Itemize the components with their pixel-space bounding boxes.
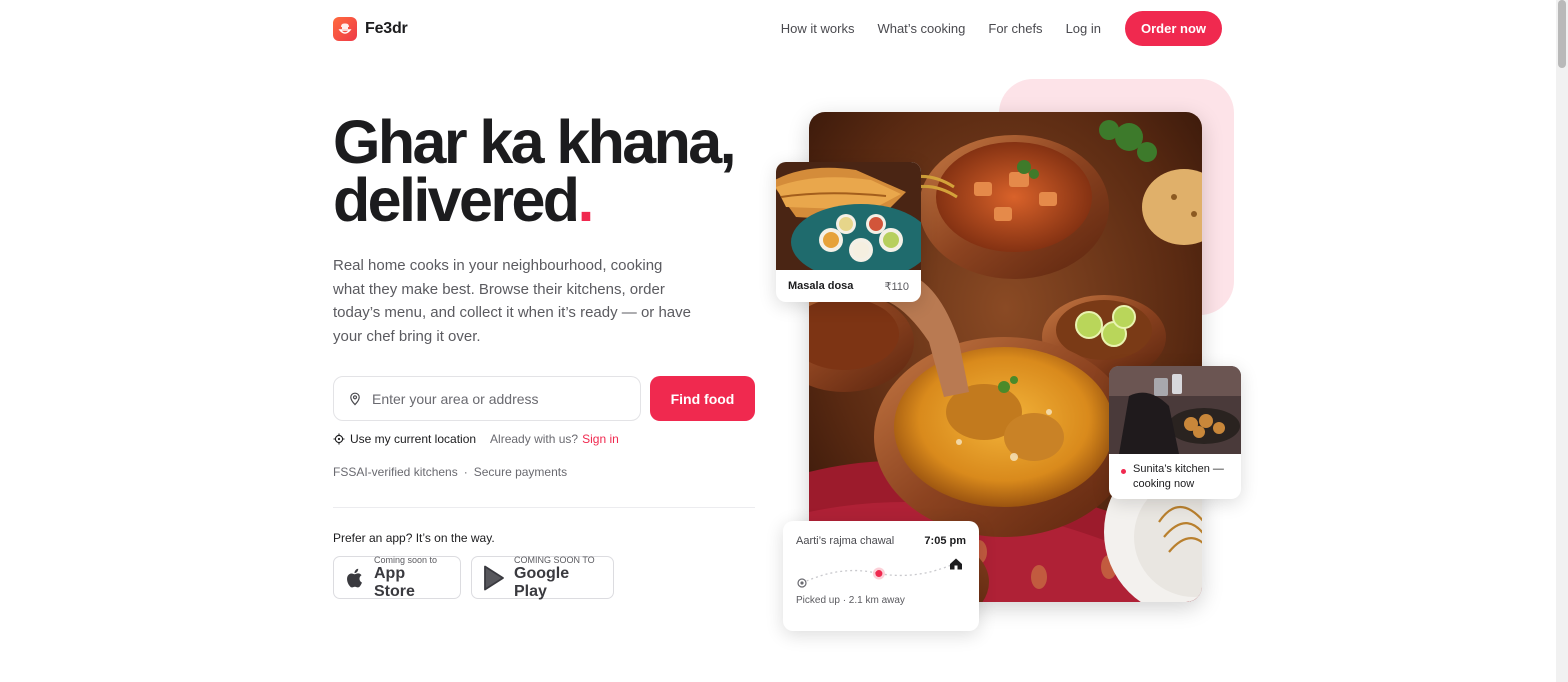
brand-name: Fe3dr (365, 20, 408, 37)
use-location-link[interactable]: Use my current location (333, 432, 476, 446)
order-tracking-card[interactable]: Aarti’s rajma chawal 7:05 pm Picked up ·… (783, 521, 979, 631)
divider (333, 507, 755, 508)
home-icon (950, 558, 962, 570)
login-link[interactable]: Log in (1066, 21, 1101, 36)
tracking-order-name: Aarti’s rajma chawal (796, 535, 895, 547)
sign-in-link[interactable]: Sign in (582, 432, 619, 446)
trust-payments: Secure payments (473, 465, 568, 479)
google-play-text: COMING SOON TO Google Play (514, 555, 601, 601)
kitchen-photo (1109, 366, 1241, 454)
scrollbar-thumb[interactable] (1558, 0, 1566, 68)
google-play-large: Google Play (514, 564, 570, 600)
kitchen-card[interactable]: Sunita’s kitchen — cooking now (1109, 366, 1241, 499)
dosa-photo (776, 162, 921, 280)
main-nav: How it works What’s cooking For chefs Lo… (781, 11, 1222, 46)
app-store-large: App Store (374, 564, 415, 600)
nav-how-it-works[interactable]: How it works (781, 21, 855, 36)
use-location-label: Use my current location (350, 432, 477, 446)
trust-badges: FSSAI-verified kitchens · Secure payment… (333, 465, 567, 479)
nav-for-chefs[interactable]: For chefs (988, 21, 1042, 36)
app-store-small: Coming soon to (374, 554, 438, 565)
already-member-text: Already with us? (490, 432, 579, 446)
chef-hat-icon (333, 17, 357, 41)
delivery-route (797, 558, 962, 588)
dish-name: Masala dosa (788, 280, 854, 292)
brand-logo[interactable]: Fe3dr (333, 17, 408, 41)
kitchen-status: Sunita’s kitchen — cooking now (1133, 463, 1224, 490)
map-pin-icon (348, 392, 362, 406)
courier-marker (875, 570, 883, 578)
location-row: Use my current location Already with us?… (333, 432, 619, 446)
google-play-small: COMING SOON TO (514, 554, 595, 565)
live-status-dot (1121, 469, 1126, 474)
app-store-text: Coming soon to App Store (374, 555, 448, 601)
order-now-button[interactable]: Order now (1124, 11, 1222, 46)
dish-card[interactable]: Masala dosa ₹110 (776, 162, 921, 302)
google-play-badge[interactable]: COMING SOON TO Google Play (471, 555, 614, 601)
hero-description: Real home cooks in your neighbourhood, c… (333, 257, 691, 346)
dish-price: ₹110 (884, 281, 909, 293)
address-search (333, 376, 641, 421)
apple-icon (344, 566, 366, 590)
trust-separator: · (463, 465, 468, 479)
tracking-eta: 7:05 pm (924, 535, 966, 547)
headline-line-2: delivered (333, 166, 580, 234)
app-store-badge[interactable]: Coming soon to App Store (333, 555, 461, 601)
address-input[interactable] (372, 390, 612, 407)
google-play-icon (482, 565, 506, 591)
trust-fssai: FSSAI-verified kitchens (333, 465, 458, 479)
dish-card-footer: Masala dosa ₹110 (776, 270, 921, 293)
app-section-title: Prefer an app? It’s on the way. (333, 531, 495, 545)
page-scrollbar[interactable] (1556, 0, 1568, 682)
hero-headline: Ghar ka khana, delivered. (333, 112, 737, 231)
headline-accent-dot: . (577, 166, 594, 234)
tracking-header: Aarti’s rajma chawal 7:05 pm (796, 535, 966, 547)
crosshair-icon (333, 433, 345, 445)
tracking-status: Picked up · 2.1 km away (796, 595, 905, 606)
find-food-button[interactable]: Find food (650, 376, 755, 421)
kitchen-card-footer: Sunita’s kitchen — cooking now (1109, 454, 1241, 492)
nav-whats-cooking[interactable]: What’s cooking (877, 21, 965, 36)
